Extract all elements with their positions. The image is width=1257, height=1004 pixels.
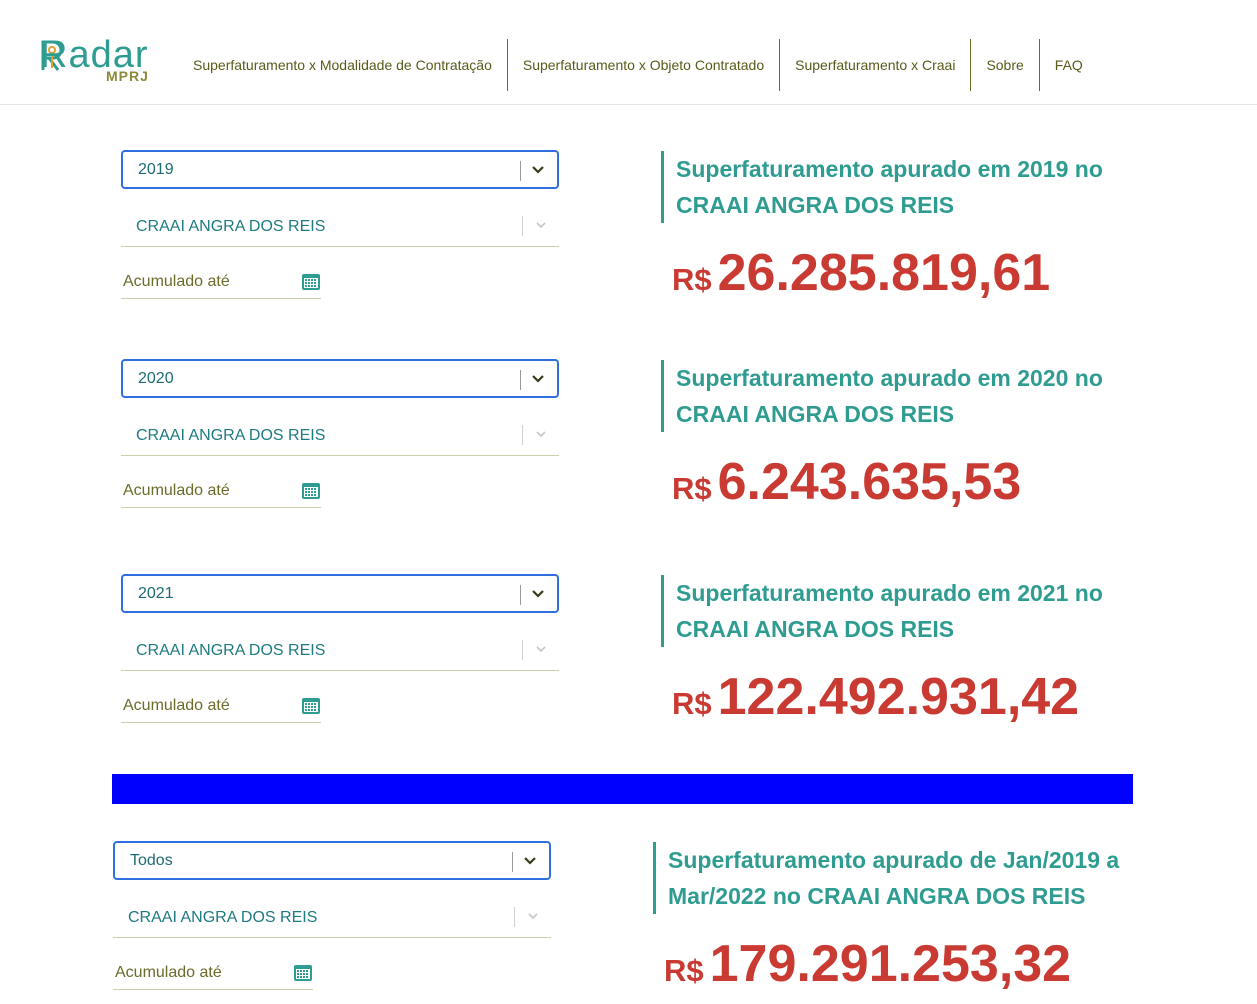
date-field-label: Acumulado até [123,697,230,714]
calendar-icon[interactable] [301,480,321,500]
craai-select[interactable]: CRAAI ANGRA DOS REIS [121,207,559,247]
top-header: Radar MPRJ Superfaturamento x Modalidade… [0,0,1257,105]
date-field[interactable]: Acumulado até [113,958,313,990]
currency-symbol: R$ [672,686,712,721]
date-field[interactable]: Acumulado até [121,267,321,299]
year-select-value: 2021 [138,585,174,602]
amount-value: 179.291.253,32 [709,935,1072,993]
main-nav: Superfaturamento x Modalidade de Contrat… [178,39,1098,91]
select-separator [520,585,521,605]
year-select-value: Todos [130,852,173,869]
date-field-label: Acumulado até [115,964,222,981]
logo-sub: MPRJ [106,68,149,84]
select-separator [522,216,523,236]
craai-select[interactable]: CRAAI ANGRA DOS REIS [113,898,551,938]
date-field-label: Acumulado até [123,273,230,290]
craai-select[interactable]: CRAAI ANGRA DOS REIS [121,416,559,456]
craai-select[interactable]: CRAAI ANGRA DOS REIS [121,631,559,671]
year-select-value: 2020 [138,370,174,387]
year-select-value: 2019 [138,161,174,178]
date-field-label: Acumulado até [123,482,230,499]
nav-item-modalidade[interactable]: Superfaturamento x Modalidade de Contrat… [178,39,508,91]
nav-item-craai[interactable]: Superfaturamento x Craai [780,39,972,91]
chevron-down-icon [536,222,546,229]
calendar-icon[interactable] [301,271,321,291]
date-field[interactable]: Acumulado até [121,476,321,508]
radar-mprj-logo[interactable]: Radar MPRJ [40,34,165,89]
result-title-total: Superfaturamento apurado de Jan/2019 a M… [653,842,1133,914]
select-separator [514,907,515,927]
calendar-icon[interactable] [293,962,313,982]
select-separator [522,425,523,445]
year-select[interactable]: 2020 [121,359,559,398]
chevron-down-icon [528,913,538,920]
result-title-2020: Superfaturamento apurado em 2020 no CRAA… [661,360,1141,432]
result-value-2019: R$ 26.285.819,61 [672,243,1050,303]
nav-item-objeto[interactable]: Superfaturamento x Objeto Contratado [508,39,781,91]
result-value-total: R$ 179.291.253,32 [664,934,1071,994]
year-select[interactable]: 2021 [121,574,559,613]
chevron-down-icon [532,166,544,174]
calendar-icon[interactable] [301,695,321,715]
date-field[interactable]: Acumulado até [121,691,321,723]
year-select[interactable]: 2019 [121,150,559,189]
currency-symbol: R$ [664,953,704,988]
result-title-2021: Superfaturamento apurado em 2021 no CRAA… [661,575,1141,647]
select-separator [512,852,513,872]
nav-item-sobre[interactable]: Sobre [971,39,1040,91]
chevron-down-icon [532,375,544,383]
year-select[interactable]: Todos [113,841,551,880]
chevron-down-icon [536,431,546,438]
chevron-down-icon [532,590,544,598]
craai-select-value: CRAAI ANGRA DOS REIS [128,909,318,926]
chevron-down-icon [536,646,546,653]
select-separator [520,161,521,181]
amount-value: 6.243.635,53 [717,453,1022,511]
craai-select-value: CRAAI ANGRA DOS REIS [136,427,326,444]
nav-item-faq[interactable]: FAQ [1040,39,1098,91]
select-separator [522,640,523,660]
result-value-2021: R$ 122.492.931,42 [672,667,1079,727]
result-title-2019: Superfaturamento apurado em 2019 no CRAA… [661,151,1141,223]
craai-select-value: CRAAI ANGRA DOS REIS [136,642,326,659]
amount-value: 122.492.931,42 [717,668,1080,726]
currency-symbol: R$ [672,262,712,297]
select-separator [520,370,521,390]
section-divider-bar [112,774,1133,804]
currency-symbol: R$ [672,471,712,506]
craai-select-value: CRAAI ANGRA DOS REIS [136,218,326,235]
chevron-down-icon [524,857,536,865]
amount-value: 26.285.819,61 [717,244,1051,302]
result-value-2020: R$ 6.243.635,53 [672,452,1021,512]
